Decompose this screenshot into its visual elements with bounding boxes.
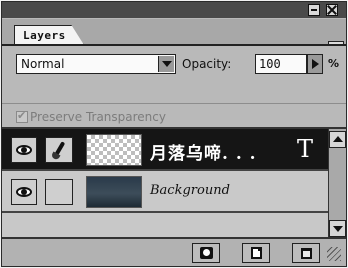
minimize-icon[interactable] <box>308 4 320 16</box>
preserve-transparency-label: Preserve Transparency <box>30 110 166 124</box>
tab-layers[interactable]: Layers <box>14 25 84 45</box>
opacity-unit: % <box>328 57 340 70</box>
blend-mode-value: Normal <box>21 57 65 71</box>
layers-list: 月落乌啼. . . T Background <box>2 127 346 239</box>
layer-edit-state[interactable] <box>45 137 73 163</box>
close-icon[interactable] <box>326 4 338 16</box>
layer-thumbnail <box>86 134 142 166</box>
tab-row: Layers <box>2 19 346 57</box>
eye-icon <box>16 187 32 197</box>
trash-icon <box>301 248 312 259</box>
options-spacer <box>2 82 346 103</box>
opacity-label: Opacity: <box>182 57 232 71</box>
options-row: Normal Opacity: 100 % <box>2 46 346 82</box>
panel-titlebar[interactable] <box>2 2 346 18</box>
layers-empty-area <box>2 213 328 239</box>
layers-scrollbar[interactable] <box>328 129 346 239</box>
opacity-input[interactable]: 100 <box>255 54 307 74</box>
panel-footer <box>2 237 346 266</box>
eye-icon <box>16 145 32 155</box>
resize-grip-icon[interactable] <box>327 247 341 261</box>
layer-row[interactable]: Background <box>2 171 328 213</box>
add-layer-mask-icon <box>200 247 213 259</box>
preserve-transparency-checkbox[interactable] <box>16 109 28 123</box>
brush-icon <box>52 141 66 159</box>
preserve-transparency-row: Preserve Transparency <box>2 103 346 127</box>
layer-name: Background <box>150 183 230 198</box>
scroll-down-icon[interactable] <box>329 220 346 237</box>
layers-panel: Layers Normal Opacity: 100 % Preserve Tr… <box>1 1 347 267</box>
new-layer-icon <box>251 247 262 259</box>
layer-row[interactable]: 月落乌啼. . . T <box>2 129 328 171</box>
opacity-slider-arrow-icon[interactable] <box>307 54 323 74</box>
scroll-up-icon[interactable] <box>329 131 346 148</box>
layer-thumbnail <box>86 176 142 208</box>
blend-mode-select[interactable]: Normal <box>16 54 176 74</box>
layer-name: 月落乌啼. . . <box>150 144 257 164</box>
layer-visibility-toggle[interactable] <box>11 137 37 163</box>
layer-visibility-toggle[interactable] <box>11 179 37 205</box>
new-layer-button[interactable] <box>242 243 270 263</box>
type-layer-icon: T <box>297 135 314 163</box>
delete-layer-button[interactable] <box>292 243 320 263</box>
chevron-down-icon[interactable] <box>158 56 174 72</box>
layer-edit-state[interactable] <box>45 179 73 205</box>
add-layer-mask-button[interactable] <box>192 243 220 263</box>
